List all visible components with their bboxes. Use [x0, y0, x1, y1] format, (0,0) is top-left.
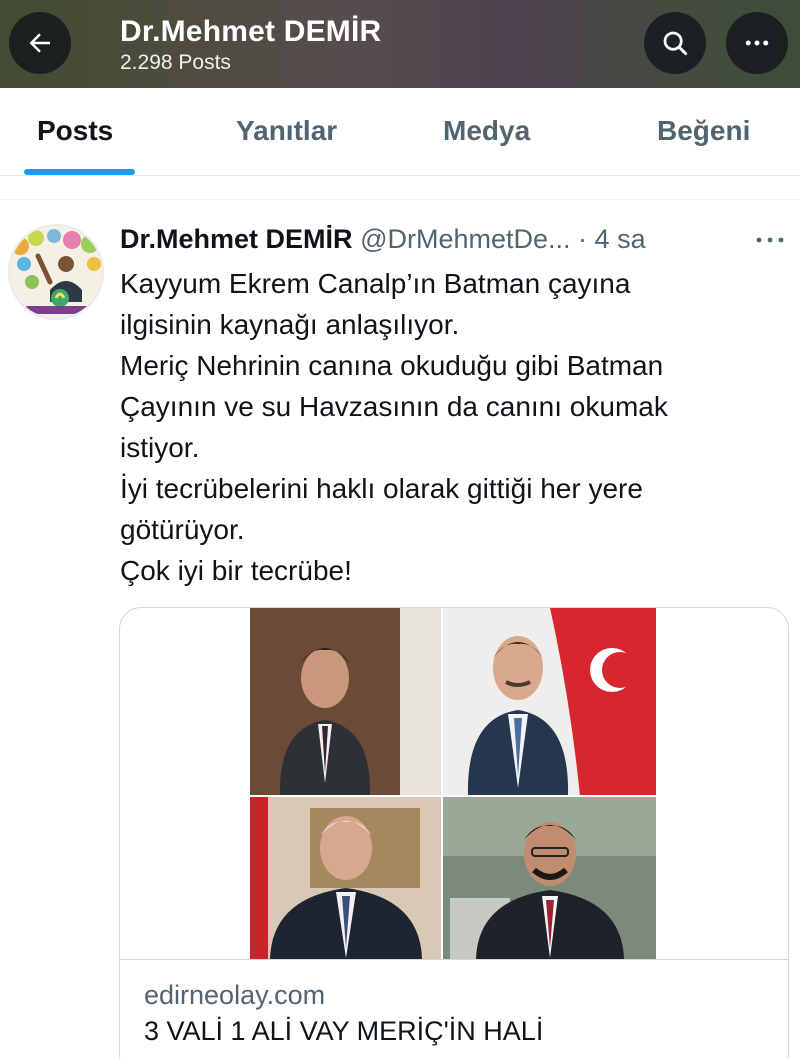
divider: [0, 199, 800, 200]
more-horizontal-icon: [745, 40, 769, 46]
post-timestamp[interactable]: 4 sa: [595, 224, 646, 254]
post-author-handle[interactable]: @DrMehmetDe...: [360, 224, 570, 254]
profile-name: Dr.Mehmet DEMİR: [120, 15, 382, 48]
tab-posts[interactable]: Posts: [37, 115, 113, 147]
link-card-divider: [120, 959, 788, 960]
post-more-button[interactable]: [752, 230, 788, 250]
more-button[interactable]: [726, 12, 788, 74]
avatar-image: [10, 226, 102, 318]
back-button[interactable]: [9, 12, 71, 74]
search-icon: [663, 31, 688, 56]
post-count: 2.298 Posts: [120, 51, 231, 74]
arrow-left-icon: [29, 33, 50, 53]
more-horizontal-icon: [756, 237, 784, 243]
header-text: Dr.Mehmet DEMİR 2.298 Posts: [120, 14, 381, 76]
tab-likes[interactable]: Beğeni: [657, 115, 750, 147]
search-button[interactable]: [644, 12, 706, 74]
link-card-image: [250, 608, 656, 959]
post-author-name[interactable]: Dr.Mehmet DEMİR: [120, 224, 353, 254]
link-card-title: 3 VALİ 1 ALİ VAY MERİÇ'İN HALİ: [144, 1016, 544, 1046]
post-header: Dr.Mehmet DEMİR @DrMehmetDe... · 4 sa: [120, 221, 646, 257]
profile-header: Dr.Mehmet DEMİR 2.298 Posts: [0, 0, 800, 88]
link-card[interactable]: edirneolay.com 3 VALİ 1 ALİ VAY MERİÇ'İN…: [119, 607, 789, 1059]
link-card-domain: edirneolay.com: [144, 980, 326, 1010]
tab-replies[interactable]: Yanıtlar: [236, 115, 337, 147]
avatar[interactable]: [8, 224, 104, 320]
profile-tabs: Posts Yanıtlar Medya Beğeni: [0, 88, 800, 176]
active-tab-indicator: [24, 169, 135, 175]
tab-media[interactable]: Medya: [443, 115, 530, 147]
post-body: Kayyum Ekrem Canalp’ın Batman çayına ilg…: [120, 268, 668, 586]
time-separator: ·: [578, 224, 588, 254]
